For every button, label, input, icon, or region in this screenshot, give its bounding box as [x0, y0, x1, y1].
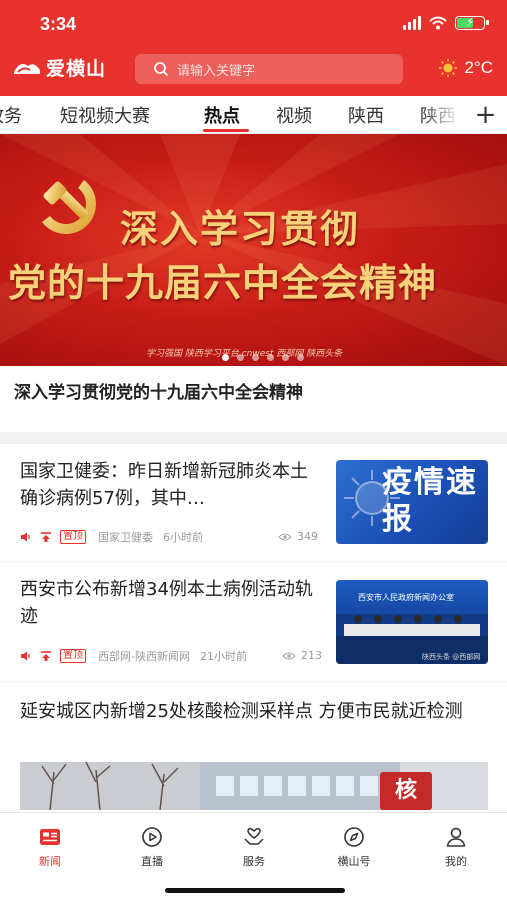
news-meta: 置顶 西部网-陕西新闻网 21小时前: [20, 649, 247, 663]
news-title[interactable]: 国家卫健委：昨日新增新冠肺炎本土确诊病例57例，其中…: [20, 458, 320, 512]
news-meta: 置顶 国家卫健委 6小时前: [20, 530, 203, 544]
signal-icon: [403, 16, 421, 30]
party-emblem-icon: [42, 180, 96, 234]
tab-zhengwu[interactable]: 政务: [0, 102, 22, 128]
battery-icon: ⚡: [455, 15, 489, 30]
news-thumbnail[interactable]: 西安市人民政府新闻办公室 陕西头条 @西部网: [336, 580, 488, 664]
press-table: [344, 624, 480, 636]
carousel-dots: [222, 354, 304, 361]
image-windows: [216, 776, 386, 796]
channel-tabs: 政务 短视频大赛 热点 视频 陕西 陕西 +: [0, 96, 507, 134]
carousel-dot[interactable]: [222, 354, 229, 361]
news-title[interactable]: 西安市公布新增34例本土病例活动轨迹: [20, 576, 320, 630]
tab-video[interactable]: 视频: [276, 102, 312, 128]
view-count-value: 213: [301, 649, 322, 662]
news-time: 6小时前: [163, 531, 203, 544]
news-source: 西部网-陕西新闻网: [98, 650, 190, 663]
carousel-dot[interactable]: [237, 354, 244, 361]
image-sign: 核: [380, 772, 432, 810]
hero-banner[interactable]: 深入学习贯彻 党的十九届六中全会精神 学习强国 陕西学习平台 cnwest 西部…: [0, 134, 507, 366]
tab-hot[interactable]: 热点: [204, 102, 240, 128]
banner-headline-2: 党的十九届六中全会精神: [8, 260, 438, 305]
user-icon: [446, 827, 466, 847]
nav-label: 我的: [445, 855, 467, 868]
nav-label: 直播: [141, 855, 163, 868]
news-item[interactable]: 西安市公布新增34例本土病例活动轨迹 置顶 西部网-陕西新闻网 21小时前 21…: [0, 562, 507, 680]
bottom-navigation: 新闻 直播 服务 横山号 我的: [0, 812, 507, 900]
compass-icon: [344, 827, 364, 847]
add-channel-button[interactable]: +: [464, 96, 507, 133]
banner-headline-1: 深入学习贯彻: [120, 206, 361, 251]
eye-icon: [282, 651, 296, 660]
tabs-fade: [420, 96, 460, 133]
news-source: 国家卫健委: [98, 531, 153, 544]
news-thumbnail[interactable]: 疫情速报: [336, 460, 488, 544]
news-image[interactable]: 核: [20, 762, 488, 810]
nav-live[interactable]: 直播: [112, 825, 192, 869]
image-trees: [41, 762, 179, 810]
nav-mine[interactable]: 我的: [416, 825, 496, 869]
tab-shaanxi[interactable]: 陕西: [348, 102, 384, 128]
nav-label: 服务: [243, 855, 265, 868]
nav-label: 新闻: [39, 855, 61, 868]
carousel-dot[interactable]: [252, 354, 259, 361]
view-count: 349: [278, 530, 318, 543]
app-logo: 爱横山: [12, 54, 106, 81]
thumbnail-text: 疫情速报: [382, 465, 478, 537]
nav-news[interactable]: 新闻: [10, 825, 90, 869]
search-placeholder: 请输入关键字: [177, 63, 256, 79]
speaker-icon[interactable]: [20, 650, 32, 662]
carousel-dot[interactable]: [282, 354, 289, 361]
nav-hengshan-hao[interactable]: 横山号: [314, 825, 394, 869]
banner-caption[interactable]: 深入学习贯彻党的十九届六中全会精神: [14, 378, 303, 403]
nav-label: 横山号: [337, 855, 371, 868]
section-separator: [0, 432, 507, 444]
view-count: 213: [282, 649, 322, 662]
view-count-value: 349: [297, 530, 318, 543]
pin-top-icon: [41, 651, 51, 661]
wifi-icon: [429, 16, 447, 30]
search-bar[interactable]: 请输入关键字: [135, 54, 403, 84]
status-bar: 3:34 ⚡: [0, 0, 507, 48]
home-indicator[interactable]: [165, 888, 345, 893]
logo-icon: [14, 63, 40, 74]
newspaper-icon: [40, 829, 60, 845]
pinned-badge: 置顶: [60, 649, 86, 663]
news-item[interactable]: 国家卫健委：昨日新增新冠肺炎本土确诊病例57例，其中… 置顶 国家卫健委 6小时…: [0, 444, 507, 560]
active-tab-indicator: [203, 129, 249, 132]
tab-short-video-contest[interactable]: 短视频大赛: [60, 102, 150, 128]
app-header: 3:34 ⚡ 爱横山 请输入关键字 2°C: [0, 0, 507, 96]
eye-icon: [278, 532, 292, 541]
status-time: 3:34: [40, 14, 77, 34]
logo-text: 爱横山: [46, 58, 107, 80]
press-sign: 西安市人民政府新闻办公室: [358, 593, 454, 602]
weather-widget[interactable]: 2°C: [438, 58, 493, 78]
app-bar: 爱横山 请输入关键字 2°C: [0, 52, 507, 86]
heart-hand-icon: [244, 827, 264, 845]
sun-icon: [439, 59, 458, 77]
carousel-dot[interactable]: [297, 354, 304, 361]
temperature: 2°C: [464, 58, 493, 77]
carousel-dot[interactable]: [267, 354, 274, 361]
nav-service[interactable]: 服务: [214, 825, 294, 869]
pin-top-icon: [41, 532, 51, 542]
play-icon: [142, 827, 162, 847]
news-time: 21小时前: [199, 650, 247, 663]
status-icons: ⚡: [403, 15, 489, 30]
thumbnail-caption: 陕西头条 @西部网: [422, 653, 481, 661]
speaker-icon[interactable]: [20, 531, 32, 543]
search-icon: [154, 62, 169, 77]
pinned-badge: 置顶: [60, 530, 86, 544]
news-title[interactable]: 延安城区内新增25处核酸检测采样点 方便市民就近检测: [20, 698, 490, 725]
